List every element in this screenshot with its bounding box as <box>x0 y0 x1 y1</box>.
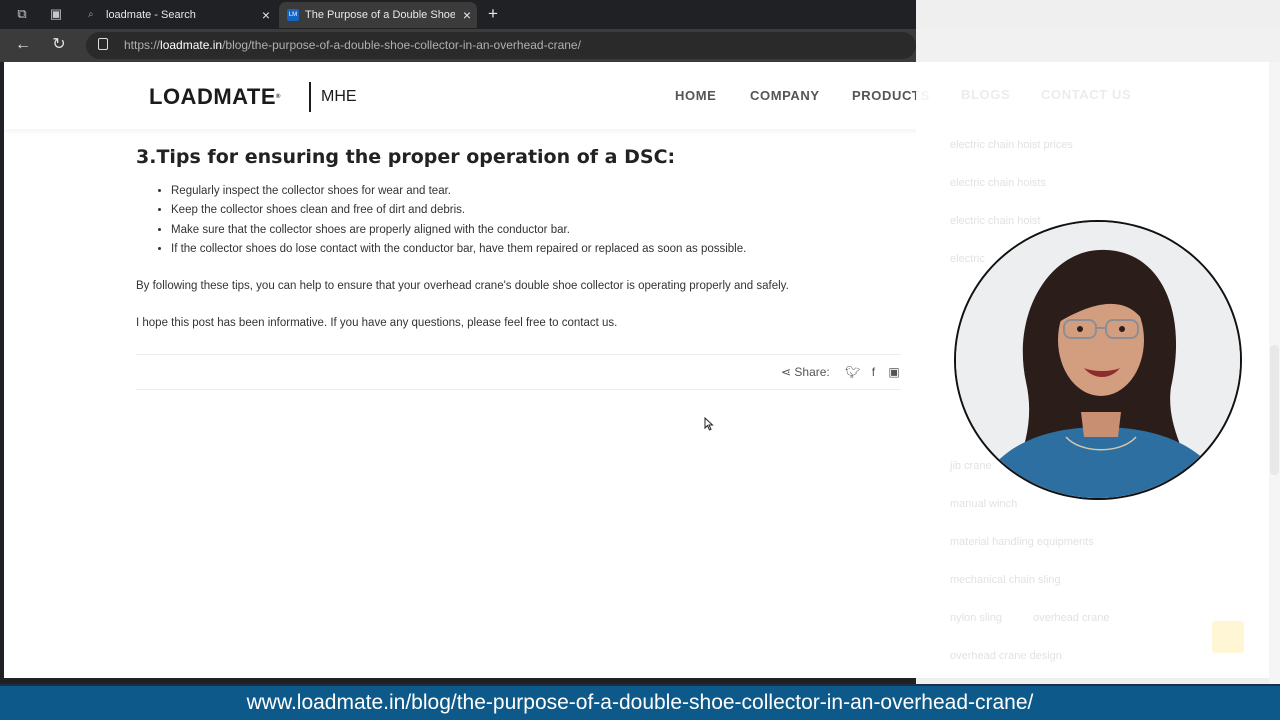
article-body: 3.Tips for ensuring the proper operation… <box>136 142 901 333</box>
sidebar-tag[interactable]: overhead crane <box>1033 612 1109 624</box>
tips-list: Regularly inspect the collector shoes fo… <box>136 182 901 259</box>
collections-icon: ✩ <box>1142 8 1153 22</box>
url-text: https://loadmate.in/blog/the-purpose-of-… <box>124 38 581 52</box>
favorite-icon: ☆ <box>1098 8 1109 22</box>
list-item: Make sure that the collector shoes are p… <box>171 221 901 240</box>
sidebar-tag[interactable]: electric chain hoists <box>950 177 1046 189</box>
facebook-icon[interactable]: f <box>872 362 875 382</box>
section-heading: 3.Tips for ensuring the proper operation… <box>136 146 676 168</box>
sidebar-tag[interactable]: electric chain hoist prices <box>950 139 1073 151</box>
tab-title: loadmate - Search <box>106 9 196 21</box>
profile-icon: ● <box>1180 8 1188 22</box>
tab-actions-icon[interactable]: ▣ <box>48 6 64 22</box>
search-icon: ⌕ <box>88 9 94 20</box>
more-icon: ⋯ <box>1218 8 1230 22</box>
sidebar-tag[interactable]: electric chain hoist <box>950 215 1041 227</box>
paragraph: I hope this post has been informative. I… <box>136 317 618 330</box>
screen: ⧉ ▣ ⌕ loadmate - Search × LM The Purpose… <box>0 0 1280 720</box>
share-icon: ⋖ <box>781 365 792 379</box>
scrollbar-thumb[interactable] <box>1270 345 1279 475</box>
list-item: Regularly inspect the collector shoes fo… <box>171 182 901 201</box>
url-caption-bar: www.loadmate.in/blog/the-purpose-of-a-do… <box>0 684 1280 720</box>
address-bar[interactable]: https://loadmate.in/blog/the-purpose-of-… <box>86 32 916 59</box>
divider <box>136 389 901 390</box>
back-arrow-icon[interactable]: ← <box>14 36 32 54</box>
list-item: Keep the collector shoes clean and free … <box>171 201 901 220</box>
tab-title: The Purpose of a Double Shoe Co <box>305 9 455 21</box>
logo-subtext: MHE <box>321 88 357 105</box>
close-tab-icon[interactable]: × <box>262 2 270 28</box>
tab-search[interactable]: ⌕ loadmate - Search × <box>80 2 276 28</box>
nav-contact[interactable]: CONTACT US <box>1041 87 1131 102</box>
sidebar-tag[interactable]: mechanical chain sling <box>950 574 1061 586</box>
sidebar-tag[interactable]: material handling equipments <box>950 536 1094 548</box>
sidebar-tag[interactable]: electric <box>950 253 985 265</box>
read-aloud-icon: A⁾ <box>1066 8 1077 22</box>
reload-icon[interactable]: ↻ <box>50 36 68 54</box>
site-favicon-icon: LM <box>287 9 299 21</box>
scroll-to-top-button[interactable] <box>1212 621 1244 653</box>
share-label: Share: <box>794 365 830 379</box>
divider <box>136 354 901 355</box>
caption-text: www.loadmate.in/blog/the-purpose-of-a-do… <box>246 691 1034 714</box>
mouse-cursor-icon <box>704 417 714 431</box>
lock-icon <box>98 38 108 50</box>
presenter-avatar <box>956 222 1240 498</box>
tab-article[interactable]: LM The Purpose of a Double Shoe Co × <box>279 2 477 28</box>
sidebar-tag[interactable]: jib crane <box>950 460 992 472</box>
sidebar-tag[interactable]: nylon sling <box>950 612 1002 624</box>
linkedin-icon[interactable]: ▣ <box>888 362 899 382</box>
nav-home[interactable]: HOME <box>675 62 716 129</box>
sidebar-tag[interactable]: manual winch <box>950 498 1017 510</box>
new-tab-button[interactable]: + <box>488 4 498 24</box>
logo-divider <box>309 82 311 112</box>
list-item: If the collector shoes do lose contact w… <box>171 240 901 259</box>
twitter-icon[interactable]: 🐦︎ <box>845 362 860 382</box>
nav-company[interactable]: COMPANY <box>750 62 820 129</box>
workspaces-icon[interactable]: ⧉ <box>14 6 30 22</box>
sidebar-tag[interactable]: overhead crane design <box>950 650 1062 662</box>
nav-blogs[interactable]: BLOGS <box>961 87 1010 102</box>
paragraph: By following these tips, you can help to… <box>136 280 789 293</box>
logo-wordmark: LOADMATE® <box>149 84 281 109</box>
share-bar: ⋖ Share: 🐦︎ f ▣ <box>781 362 900 382</box>
webcam-overlay <box>954 220 1242 500</box>
close-tab-icon[interactable]: × <box>463 2 471 28</box>
